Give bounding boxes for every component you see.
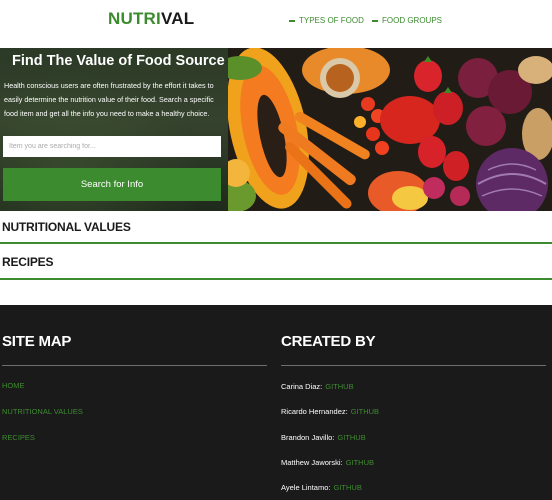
section-title: NUTRITIONAL VALUES bbox=[2, 220, 131, 234]
hero-description: Health conscious users are often frustra… bbox=[4, 81, 214, 118]
section-divider bbox=[0, 278, 552, 280]
site-header: NUTRIVAL TYPES OF FOOD FOOD GROUPS bbox=[0, 0, 552, 42]
footer-divider bbox=[2, 365, 267, 366]
creator-name: Matthew Jaworski: bbox=[281, 458, 343, 467]
section-nutritional-values[interactable]: NUTRITIONAL VALUES bbox=[0, 220, 552, 234]
section-divider bbox=[0, 242, 552, 244]
nav-bullet-icon bbox=[372, 19, 378, 22]
section-recipes[interactable]: RECIPES bbox=[0, 255, 552, 269]
nav-types-of-food[interactable]: TYPES OF FOOD bbox=[289, 16, 364, 25]
footer-link-nutritional-values[interactable]: NUTRITIONAL VALUES bbox=[2, 407, 83, 416]
logo-green-text: NUTRI bbox=[108, 9, 161, 28]
creator-row: Ayele Lintamo: GITHUB bbox=[281, 483, 362, 492]
created-by-title: CREATED BY bbox=[281, 333, 376, 350]
site-footer: SITE MAP HOME NUTRITIONAL VALUES RECIPES… bbox=[0, 305, 552, 500]
nav-bullet-icon bbox=[289, 19, 295, 22]
creator-row: Carina Diaz: GITHUB bbox=[281, 382, 354, 391]
github-link[interactable]: GITHUB bbox=[337, 433, 365, 442]
github-link[interactable]: GITHUB bbox=[351, 407, 379, 416]
github-link[interactable]: GITHUB bbox=[325, 382, 353, 391]
creator-name: Ayele Lintamo: bbox=[281, 483, 331, 492]
nav-food-groups[interactable]: FOOD GROUPS bbox=[372, 16, 442, 25]
footer-divider bbox=[281, 365, 546, 366]
hero-search-panel: Find The Value of Food Source Health con… bbox=[0, 48, 228, 211]
produce-photo bbox=[228, 48, 552, 211]
site-map-title: SITE MAP bbox=[2, 333, 72, 350]
creator-name: Ricardo Hernandez: bbox=[281, 407, 348, 416]
creator-name: Brandon Javillo: bbox=[281, 433, 335, 442]
search-button[interactable]: Search for Info bbox=[3, 168, 221, 201]
nav-label: TYPES OF FOOD bbox=[299, 16, 364, 25]
creator-row: Brandon Javillo: GITHUB bbox=[281, 433, 366, 442]
produce-illustration bbox=[228, 48, 552, 211]
search-input[interactable] bbox=[3, 136, 221, 157]
hero-title: Find The Value of Food Source bbox=[12, 53, 225, 69]
hero-banner: Find The Value of Food Source Health con… bbox=[0, 48, 552, 211]
nav-label: FOOD GROUPS bbox=[382, 16, 443, 25]
footer-link-recipes[interactable]: RECIPES bbox=[2, 433, 35, 442]
github-link[interactable]: GITHUB bbox=[333, 483, 361, 492]
section-title: RECIPES bbox=[2, 255, 54, 269]
logo-dark-text: VAL bbox=[160, 9, 195, 28]
github-link[interactable]: GITHUB bbox=[346, 458, 374, 467]
creator-name: Carina Diaz: bbox=[281, 382, 323, 391]
site-logo[interactable]: NUTRIVAL bbox=[108, 9, 194, 29]
footer-link-home[interactable]: HOME bbox=[2, 381, 25, 390]
creator-row: Ricardo Hernandez: GITHUB bbox=[281, 407, 379, 416]
creator-row: Matthew Jaworski: GITHUB bbox=[281, 458, 374, 467]
